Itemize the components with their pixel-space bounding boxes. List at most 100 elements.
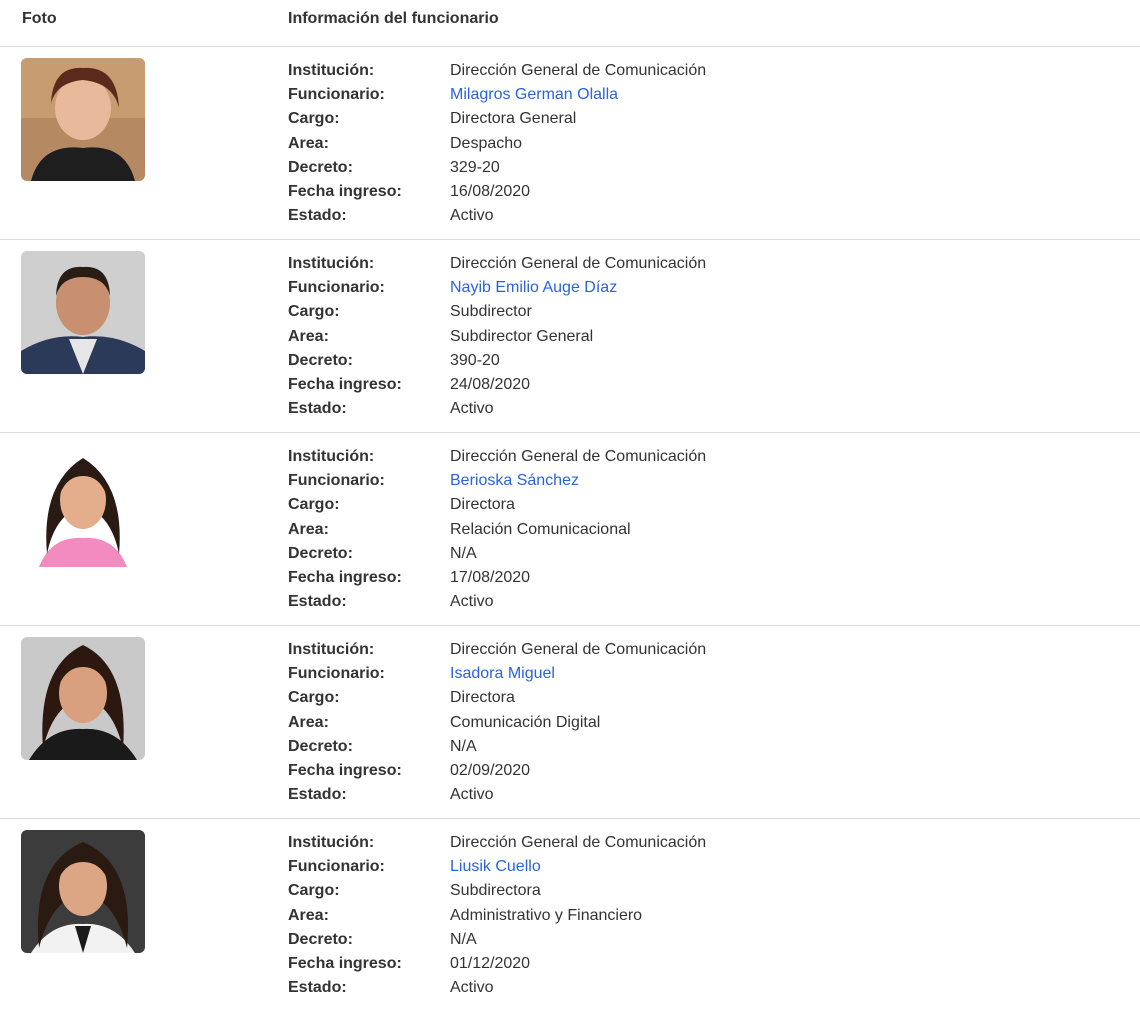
official-name-link[interactable]: Nayib Emilio Auge Díaz — [450, 277, 617, 299]
label-area: Area: — [288, 327, 329, 345]
label-institucion: Institución: — [288, 448, 375, 466]
field-area: Area: Subdirector General — [288, 325, 706, 349]
value-estado: Activo — [450, 786, 494, 804]
field-funcionario: Funcionario: Milagros German Olalla — [288, 83, 706, 107]
label-funcionario: Funcionario: — [288, 86, 385, 104]
field-decreto: Decreto: N/A — [288, 542, 706, 566]
field-institucion: Institución: Dirección General de Comunic… — [288, 252, 706, 276]
official-photo — [21, 830, 145, 953]
field-funcionario: Funcionario: Berioska Sánchez — [288, 469, 706, 493]
label-fecha: Fecha ingreso: — [288, 955, 402, 973]
label-decreto: Decreto: — [288, 737, 353, 755]
field-funcionario: Funcionario: Isadora Miguel — [288, 662, 706, 686]
field-funcionario: Funcionario: Nayib Emilio Auge Díaz — [288, 276, 706, 300]
label-cargo: Cargo: — [288, 882, 340, 900]
field-institucion: Institución: Dirección General de Comunic… — [288, 59, 706, 83]
label-estado: Estado: — [288, 207, 347, 225]
field-institucion: Institución: Dirección General de Comunic… — [288, 638, 706, 662]
value-fecha: 16/08/2020 — [450, 183, 531, 201]
value-area: Administrativo y Financiero — [450, 906, 643, 924]
value-institucion: Dirección General de Comunicación — [450, 641, 707, 659]
value-area: Relación Comunicacional — [450, 520, 631, 538]
field-estado: Estado: Activo — [288, 204, 706, 228]
label-fecha: Fecha ingreso: — [288, 376, 402, 394]
value-decreto: 390-20 — [450, 351, 500, 369]
value-institucion: Dirección General de Comunicación — [450, 834, 707, 852]
field-institucion: Institución: Dirección General de Comunic… — [288, 445, 706, 469]
field-cargo: Cargo: Directora — [288, 493, 706, 517]
official-photo — [21, 58, 145, 181]
field-cargo: Cargo: Directora — [288, 686, 706, 710]
value-cargo: Directora — [450, 689, 515, 707]
table-row: Institución: Dirección General de Comunic… — [0, 47, 1140, 240]
field-institucion: Institución: Dirección General de Comunic… — [288, 831, 706, 855]
official-info: Institución: Dirección General de Comunic… — [288, 638, 706, 807]
value-estado: Activo — [450, 979, 494, 997]
field-cargo: Cargo: Directora General — [288, 107, 706, 131]
table-header: Foto Información del funcionario — [0, 0, 1140, 47]
official-photo — [21, 637, 145, 760]
official-name-link[interactable]: Milagros German Olalla — [450, 84, 618, 106]
field-area: Area: Despacho — [288, 132, 706, 156]
value-estado: Activo — [450, 593, 494, 611]
field-estado: Estado: Activo — [288, 590, 706, 614]
official-name-link[interactable]: Liusik Cuello — [450, 856, 541, 878]
value-institucion: Dirección General de Comunicación — [450, 448, 707, 466]
field-decreto: Decreto: N/A — [288, 735, 706, 759]
column-header-info: Información del funcionario — [288, 10, 499, 27]
field-estado: Estado: Activo — [288, 397, 706, 421]
value-cargo: Directora General — [450, 110, 577, 128]
label-cargo: Cargo: — [288, 110, 340, 128]
label-estado: Estado: — [288, 786, 347, 804]
official-name-link[interactable]: Isadora Miguel — [450, 663, 555, 685]
field-fecha: Fecha ingreso: 17/08/2020 — [288, 566, 706, 590]
label-fecha: Fecha ingreso: — [288, 183, 402, 201]
label-funcionario: Funcionario: — [288, 858, 385, 876]
label-funcionario: Funcionario: — [288, 665, 385, 683]
field-funcionario: Funcionario: Liusik Cuello — [288, 855, 706, 879]
label-fecha: Fecha ingreso: — [288, 762, 402, 780]
label-area: Area: — [288, 134, 329, 152]
field-decreto: Decreto: N/A — [288, 928, 706, 952]
value-estado: Activo — [450, 400, 494, 418]
official-name-link[interactable]: Berioska Sánchez — [450, 470, 579, 492]
field-fecha: Fecha ingreso: 24/08/2020 — [288, 373, 706, 397]
value-estado: Activo — [450, 207, 494, 225]
value-area: Subdirector General — [450, 327, 594, 345]
label-institucion: Institución: — [288, 834, 375, 852]
table-row: Institución: Dirección General de Comunic… — [0, 626, 1140, 819]
table-row: Institución: Dirección General de Comunic… — [0, 819, 1140, 1011]
value-fecha: 02/09/2020 — [450, 762, 531, 780]
value-fecha: 01/12/2020 — [450, 955, 531, 973]
value-area: Despacho — [450, 134, 523, 152]
value-fecha: 17/08/2020 — [450, 569, 531, 587]
label-area: Area: — [288, 713, 329, 731]
label-decreto: Decreto: — [288, 544, 353, 562]
label-estado: Estado: — [288, 400, 347, 418]
value-decreto: N/A — [450, 737, 477, 755]
value-fecha: 24/08/2020 — [450, 376, 531, 394]
officials-table: Foto Información del funcionario Institu… — [0, 0, 1140, 1011]
table-row: Institución: Dirección General de Comunic… — [0, 433, 1140, 626]
label-funcionario: Funcionario: — [288, 472, 385, 490]
label-cargo: Cargo: — [288, 689, 340, 707]
value-decreto: N/A — [450, 930, 477, 948]
field-cargo: Cargo: Subdirector — [288, 300, 706, 324]
value-cargo: Subdirectora — [450, 882, 541, 900]
field-estado: Estado: Activo — [288, 783, 706, 807]
value-cargo: Directora — [450, 496, 515, 514]
label-institucion: Institución: — [288, 255, 375, 273]
official-info: Institución: Dirección General de Comunic… — [288, 831, 706, 1000]
value-cargo: Subdirector — [450, 303, 532, 321]
field-fecha: Fecha ingreso: 16/08/2020 — [288, 180, 706, 204]
field-area: Area: Administrativo y Financiero — [288, 904, 706, 928]
label-decreto: Decreto: — [288, 158, 353, 176]
label-decreto: Decreto: — [288, 930, 353, 948]
field-fecha: Fecha ingreso: 02/09/2020 — [288, 759, 706, 783]
field-decreto: Decreto: 329-20 — [288, 156, 706, 180]
official-photo — [21, 444, 145, 567]
value-institucion: Dirección General de Comunicación — [450, 62, 707, 80]
value-decreto: 329-20 — [450, 158, 500, 176]
field-area: Area: Comunicación Digital — [288, 711, 706, 735]
label-cargo: Cargo: — [288, 303, 340, 321]
